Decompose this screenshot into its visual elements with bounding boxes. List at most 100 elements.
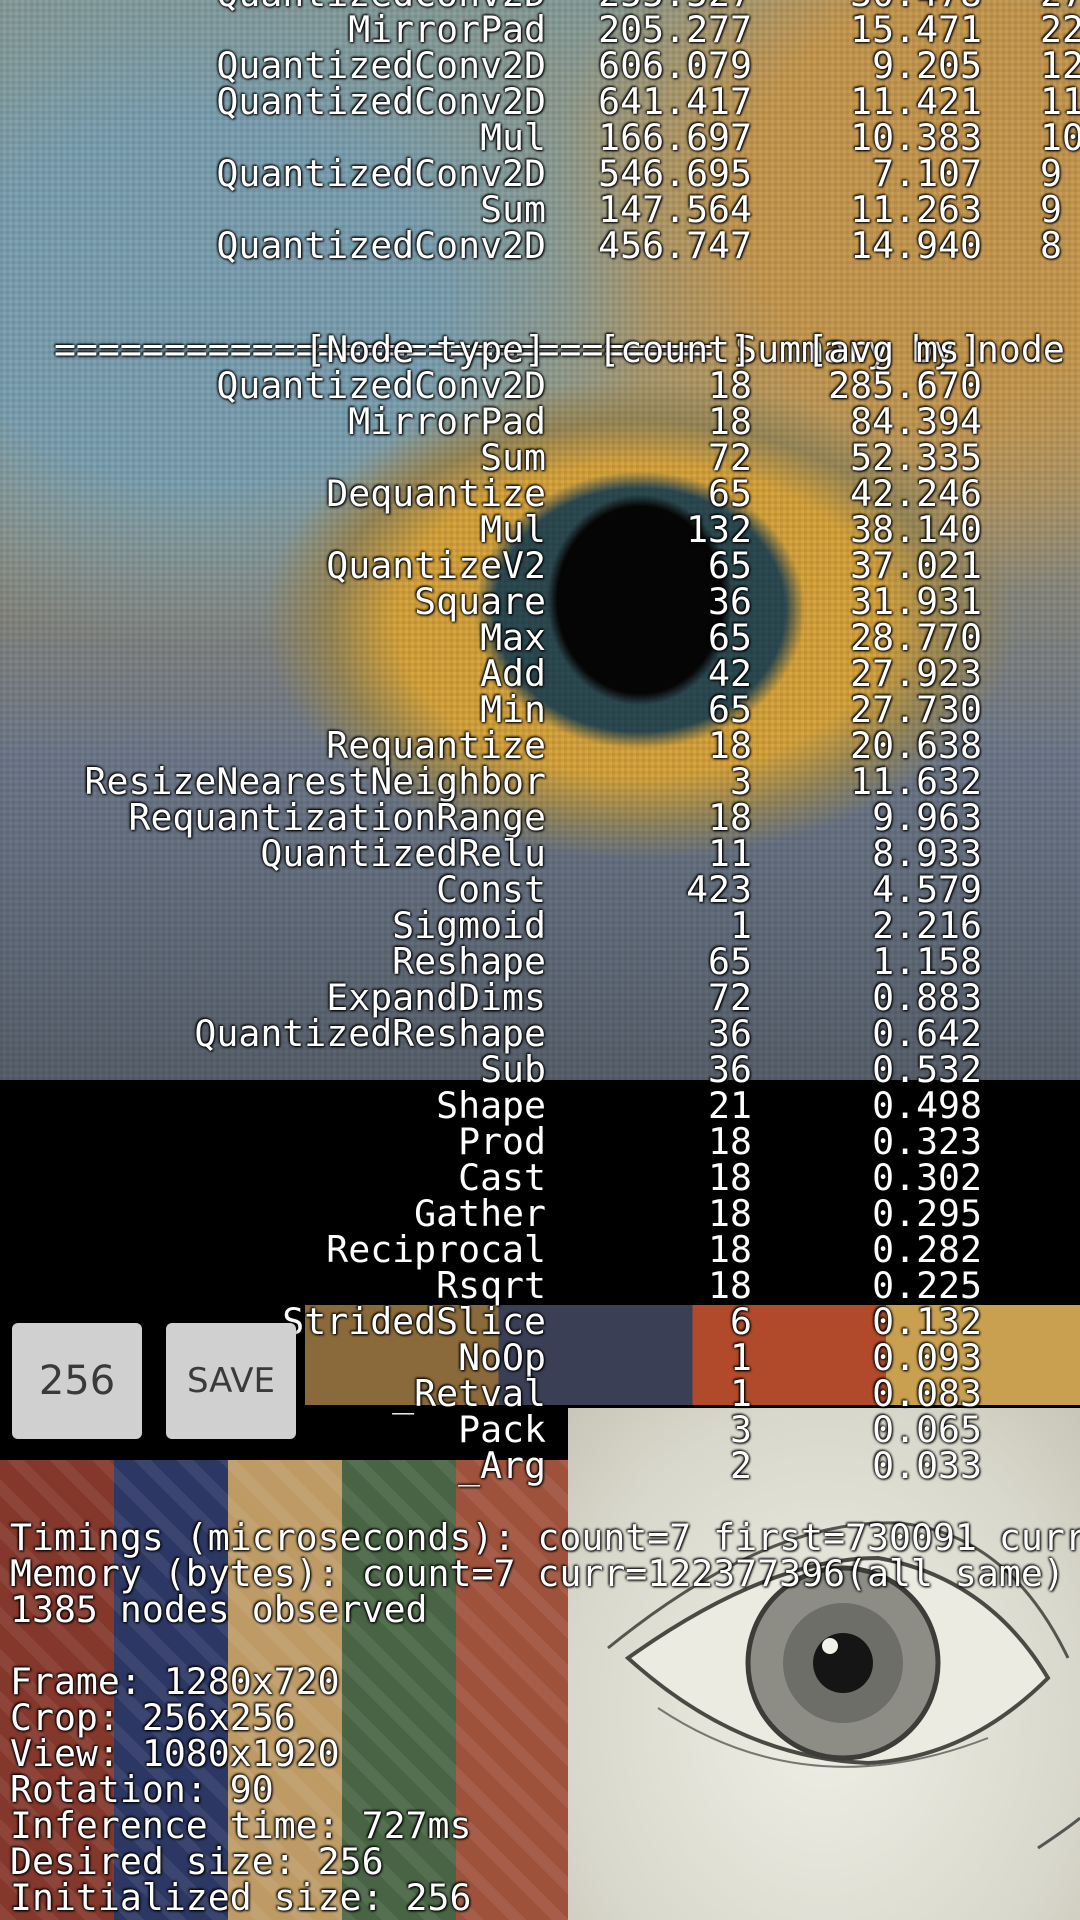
frame-text: Frame: 1280x720 xyxy=(10,1660,340,1703)
avg-ms: 10.383 xyxy=(850,116,982,159)
percent: 8 xyxy=(1040,224,1062,267)
count: 72 xyxy=(708,436,752,479)
node-type: Reshape xyxy=(392,940,546,983)
node-type: Add xyxy=(480,652,546,695)
count: 36 xyxy=(708,580,752,623)
node-type: Sigmoid xyxy=(392,904,546,947)
avg-ms: 0.132 xyxy=(872,1300,982,1343)
node-type: Max xyxy=(480,616,546,659)
percent: 12 xyxy=(1040,44,1080,87)
first-ms: 166.697 xyxy=(598,116,752,159)
first-ms: 147.564 xyxy=(598,188,752,231)
node-type: Cast xyxy=(458,1156,546,1199)
count: 2 xyxy=(730,1444,752,1487)
avg-ms: 8.933 xyxy=(872,832,982,875)
count: 36 xyxy=(708,1048,752,1091)
avg-ms: 11.421 xyxy=(850,80,982,123)
eye-sketch-image xyxy=(607,1521,1080,1850)
avg-ms: 0.323 xyxy=(872,1120,982,1163)
crop-text: Crop: 256x256 xyxy=(10,1696,296,1739)
node-type: Min xyxy=(480,688,546,731)
node-type: StridedSlice xyxy=(282,1300,546,1343)
count: 21 xyxy=(708,1084,752,1127)
avg-ms: 15.471 xyxy=(850,8,982,51)
node-name: Sum xyxy=(480,188,546,231)
avg-ms: 0.498 xyxy=(872,1084,982,1127)
avg-ms: 9.963 xyxy=(872,796,982,839)
initialized-size-text: Initialized size: 256 xyxy=(10,1876,472,1919)
avg-ms: 9.205 xyxy=(872,44,982,87)
count: 18 xyxy=(708,364,752,407)
count: 65 xyxy=(708,616,752,659)
node-type: ExpandDims xyxy=(326,976,546,1019)
avg-ms: 11.632 xyxy=(850,760,982,803)
percent: 11 xyxy=(1040,80,1080,123)
node-type: Reciprocal xyxy=(326,1228,546,1271)
count: 1 xyxy=(730,1336,752,1379)
avg-ms: 42.246 xyxy=(850,472,982,515)
avg-ms: 52.335 xyxy=(850,436,982,479)
node-type: Requantize xyxy=(326,724,546,767)
count: 18 xyxy=(708,1192,752,1235)
avg-ms: 27.730 xyxy=(850,688,982,731)
node-type: ResizeNearestNeighbor xyxy=(84,760,546,803)
avg-ms: 20.638 xyxy=(850,724,982,767)
avg-ms: 0.532 xyxy=(872,1048,982,1091)
node-type: Const xyxy=(436,868,546,911)
node-type: _Arg xyxy=(458,1444,546,1487)
node-name: Mul xyxy=(480,116,546,159)
header-count: [count] xyxy=(598,328,752,371)
avg-ms: 28.770 xyxy=(850,616,982,659)
percent: 9 xyxy=(1040,152,1062,195)
avg-ms: 31.931 xyxy=(850,580,982,623)
count: 18 xyxy=(708,400,752,443)
percent: 22 xyxy=(1040,8,1080,51)
node-name: QuantizedConv2D xyxy=(216,152,546,195)
avg-ms: 1.158 xyxy=(872,940,982,983)
node-type: Sub xyxy=(480,1048,546,1091)
count: 18 xyxy=(708,1228,752,1271)
percent: 9 xyxy=(1040,188,1062,231)
node-type: Mul xyxy=(480,508,546,551)
count: 132 xyxy=(686,508,752,551)
node-type: Dequantize xyxy=(326,472,546,515)
node-type: NoOp xyxy=(458,1336,546,1379)
first-ms: 606.079 xyxy=(598,44,752,87)
node-name: QuantizedConv2D xyxy=(216,80,546,123)
avg-ms: 0.083 xyxy=(872,1372,982,1415)
timings-text: Timings (microseconds): count=7 first=73… xyxy=(10,1516,1080,1559)
desired-size-text: Desired size: 256 xyxy=(10,1840,384,1883)
node-name: MirrorPad xyxy=(348,8,546,51)
node-type: Rsqrt xyxy=(436,1264,546,1307)
node-type: QuantizeV2 xyxy=(326,544,546,587)
node-type: Gather xyxy=(414,1192,546,1235)
count: 18 xyxy=(708,724,752,767)
count: 42 xyxy=(708,652,752,695)
avg-ms: 37.021 xyxy=(850,544,982,587)
node-type: Sum xyxy=(480,436,546,479)
node-name: QuantizedConv2D xyxy=(216,44,546,87)
avg-ms: 0.302 xyxy=(872,1156,982,1199)
percent: 10 xyxy=(1040,116,1080,159)
avg-ms: 84.394 xyxy=(850,400,982,443)
save-button[interactable]: SAVE xyxy=(166,1323,296,1439)
node-type: RequantizationRange xyxy=(128,796,546,839)
avg-ms: 14.940 xyxy=(850,224,982,267)
avg-ms: 0.295 xyxy=(872,1192,982,1235)
input-size-button[interactable]: 256 xyxy=(12,1323,142,1439)
nodes-observed-text: 1385 nodes observed xyxy=(10,1588,428,1631)
rotation-text: Rotation: 90 xyxy=(10,1768,274,1811)
first-ms: 641.417 xyxy=(598,80,752,123)
avg-ms: 7.107 xyxy=(872,152,982,195)
node-type: QuantizedRelu xyxy=(260,832,546,875)
count: 65 xyxy=(708,544,752,587)
camera-preview xyxy=(568,1408,1080,1920)
avg-ms: 0.282 xyxy=(872,1228,982,1271)
node-type: QuantizedConv2D xyxy=(216,364,546,407)
count: 1 xyxy=(730,1372,752,1415)
count: 3 xyxy=(730,760,752,803)
avg-ms: 11.263 xyxy=(850,188,982,231)
inference-time-text: Inference time: 727ms xyxy=(10,1804,472,1847)
avg-ms: 4.579 xyxy=(872,868,982,911)
header-avg-ms: [avg ms] xyxy=(806,328,982,371)
